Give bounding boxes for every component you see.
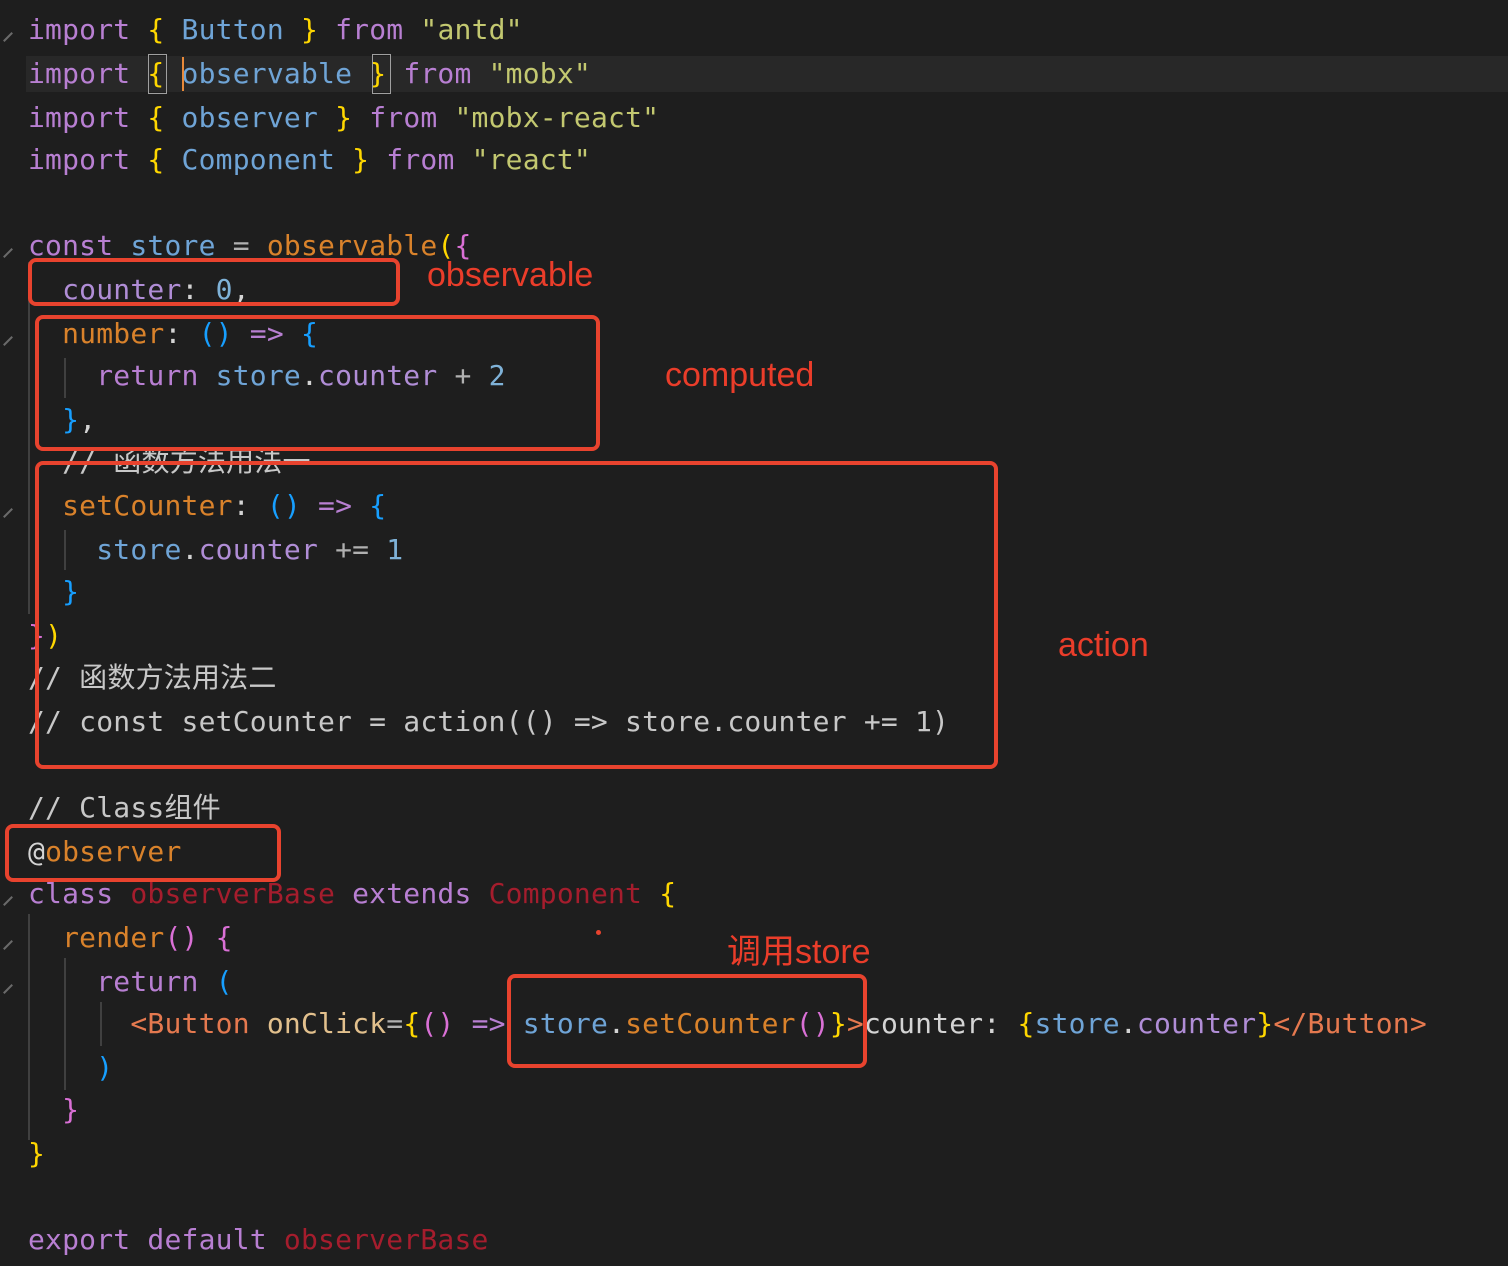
code-line[interactable]: export default observerBase — [28, 1222, 489, 1258]
identifier: Component — [181, 143, 336, 176]
annotation-box-action — [35, 461, 998, 769]
fold-chevron-icon[interactable] — [3, 508, 13, 518]
code-line[interactable]: import { Component } from "react" — [28, 142, 591, 178]
keyword: from — [403, 57, 472, 90]
identifier: store — [1034, 1007, 1120, 1040]
code-line[interactable]: // Class组件 — [28, 790, 221, 826]
class-name: Component — [488, 877, 643, 910]
method-name: render — [62, 921, 165, 954]
annotation-label-computed: computed — [665, 356, 815, 394]
keyword: default — [147, 1223, 267, 1256]
fold-chevron-icon[interactable] — [3, 32, 13, 42]
annotation-box-observable — [28, 258, 400, 306]
text-cursor — [182, 57, 184, 91]
code-line[interactable]: } — [28, 1136, 45, 1172]
annotation-label-call-store: 调用store — [727, 933, 871, 971]
brace: } — [300, 13, 319, 46]
annotation-box-call-store — [507, 974, 867, 1068]
brace: { — [147, 143, 165, 176]
code-editor[interactable]: import { Button } from "antd" import { o… — [0, 0, 1508, 1266]
fold-chevron-icon[interactable] — [3, 896, 13, 906]
paren: () — [164, 921, 199, 954]
code-line[interactable]: return ( — [28, 964, 233, 1000]
annotation-box-decorator — [5, 824, 281, 882]
keyword: import — [28, 57, 131, 90]
tag-bracket: > — [1409, 1007, 1427, 1040]
brace: } — [335, 101, 353, 134]
brace: { — [147, 101, 165, 134]
code-line[interactable]: import { Button } from "antd" — [28, 12, 523, 48]
keyword: import — [28, 13, 131, 46]
code-line[interactable]: ) — [28, 1050, 113, 1086]
tag-name: Button — [1307, 1007, 1410, 1040]
tag-bracket: </ — [1273, 1007, 1308, 1040]
paren: () — [420, 1007, 455, 1040]
tag-bracket: < — [130, 1007, 148, 1040]
bracket-match-highlight — [148, 54, 167, 94]
fold-chevron-icon[interactable] — [3, 248, 13, 258]
punctuation: . — [1119, 1007, 1137, 1040]
keyword: export — [28, 1223, 131, 1256]
keyword: from — [386, 143, 455, 176]
fold-chevron-icon[interactable] — [3, 940, 13, 950]
annotation-label-action: action — [1058, 626, 1149, 664]
brace: } — [1256, 1007, 1274, 1040]
property: counter — [1136, 1007, 1257, 1040]
brace: { — [403, 1007, 421, 1040]
identifier: Button — [181, 13, 284, 46]
fold-chevron-icon[interactable] — [3, 984, 13, 994]
keyword: import — [28, 143, 131, 176]
string: "react" — [471, 143, 591, 176]
brace: { — [659, 877, 677, 910]
annotation-label-observable: observable — [427, 256, 594, 294]
code-line[interactable]: import { observer } from "mobx-react" — [28, 100, 659, 136]
brace: } — [352, 143, 370, 176]
keyword: import — [28, 101, 131, 134]
identifier: observable — [181, 57, 353, 90]
keyword: from — [369, 101, 438, 134]
paren: ) — [96, 1051, 114, 1084]
operator: = — [386, 1007, 404, 1040]
identifier: observer — [181, 101, 319, 134]
code-line-current[interactable]: import { observable } from "mobx" — [26, 56, 1508, 92]
attribute-name: onClick — [266, 1007, 387, 1040]
code-line[interactable]: } — [28, 1092, 79, 1128]
fold-chevron-icon[interactable] — [3, 336, 13, 346]
keyword: from — [335, 13, 404, 46]
string: "mobx" — [488, 57, 591, 90]
brace: { — [215, 921, 233, 954]
comment: // Class组件 — [28, 791, 221, 824]
brace: { — [147, 13, 165, 46]
bracket-match-highlight — [372, 54, 391, 94]
code-line[interactable]: render() { — [28, 920, 233, 956]
string: "antd" — [420, 13, 523, 46]
operator: => — [471, 1007, 506, 1040]
brace: } — [62, 1093, 80, 1126]
brace: } — [28, 1137, 46, 1170]
keyword: extends — [352, 877, 472, 910]
brace: { — [1017, 1007, 1035, 1040]
paren: ( — [215, 965, 233, 998]
keyword: return — [96, 965, 199, 998]
annotation-dot — [596, 930, 601, 935]
annotation-box-computed — [35, 315, 600, 451]
tag-name: Button — [147, 1007, 250, 1040]
string: "mobx-react" — [454, 101, 660, 134]
jsx-text: counter: — [863, 1007, 1018, 1040]
class-name: observerBase — [283, 1223, 489, 1256]
